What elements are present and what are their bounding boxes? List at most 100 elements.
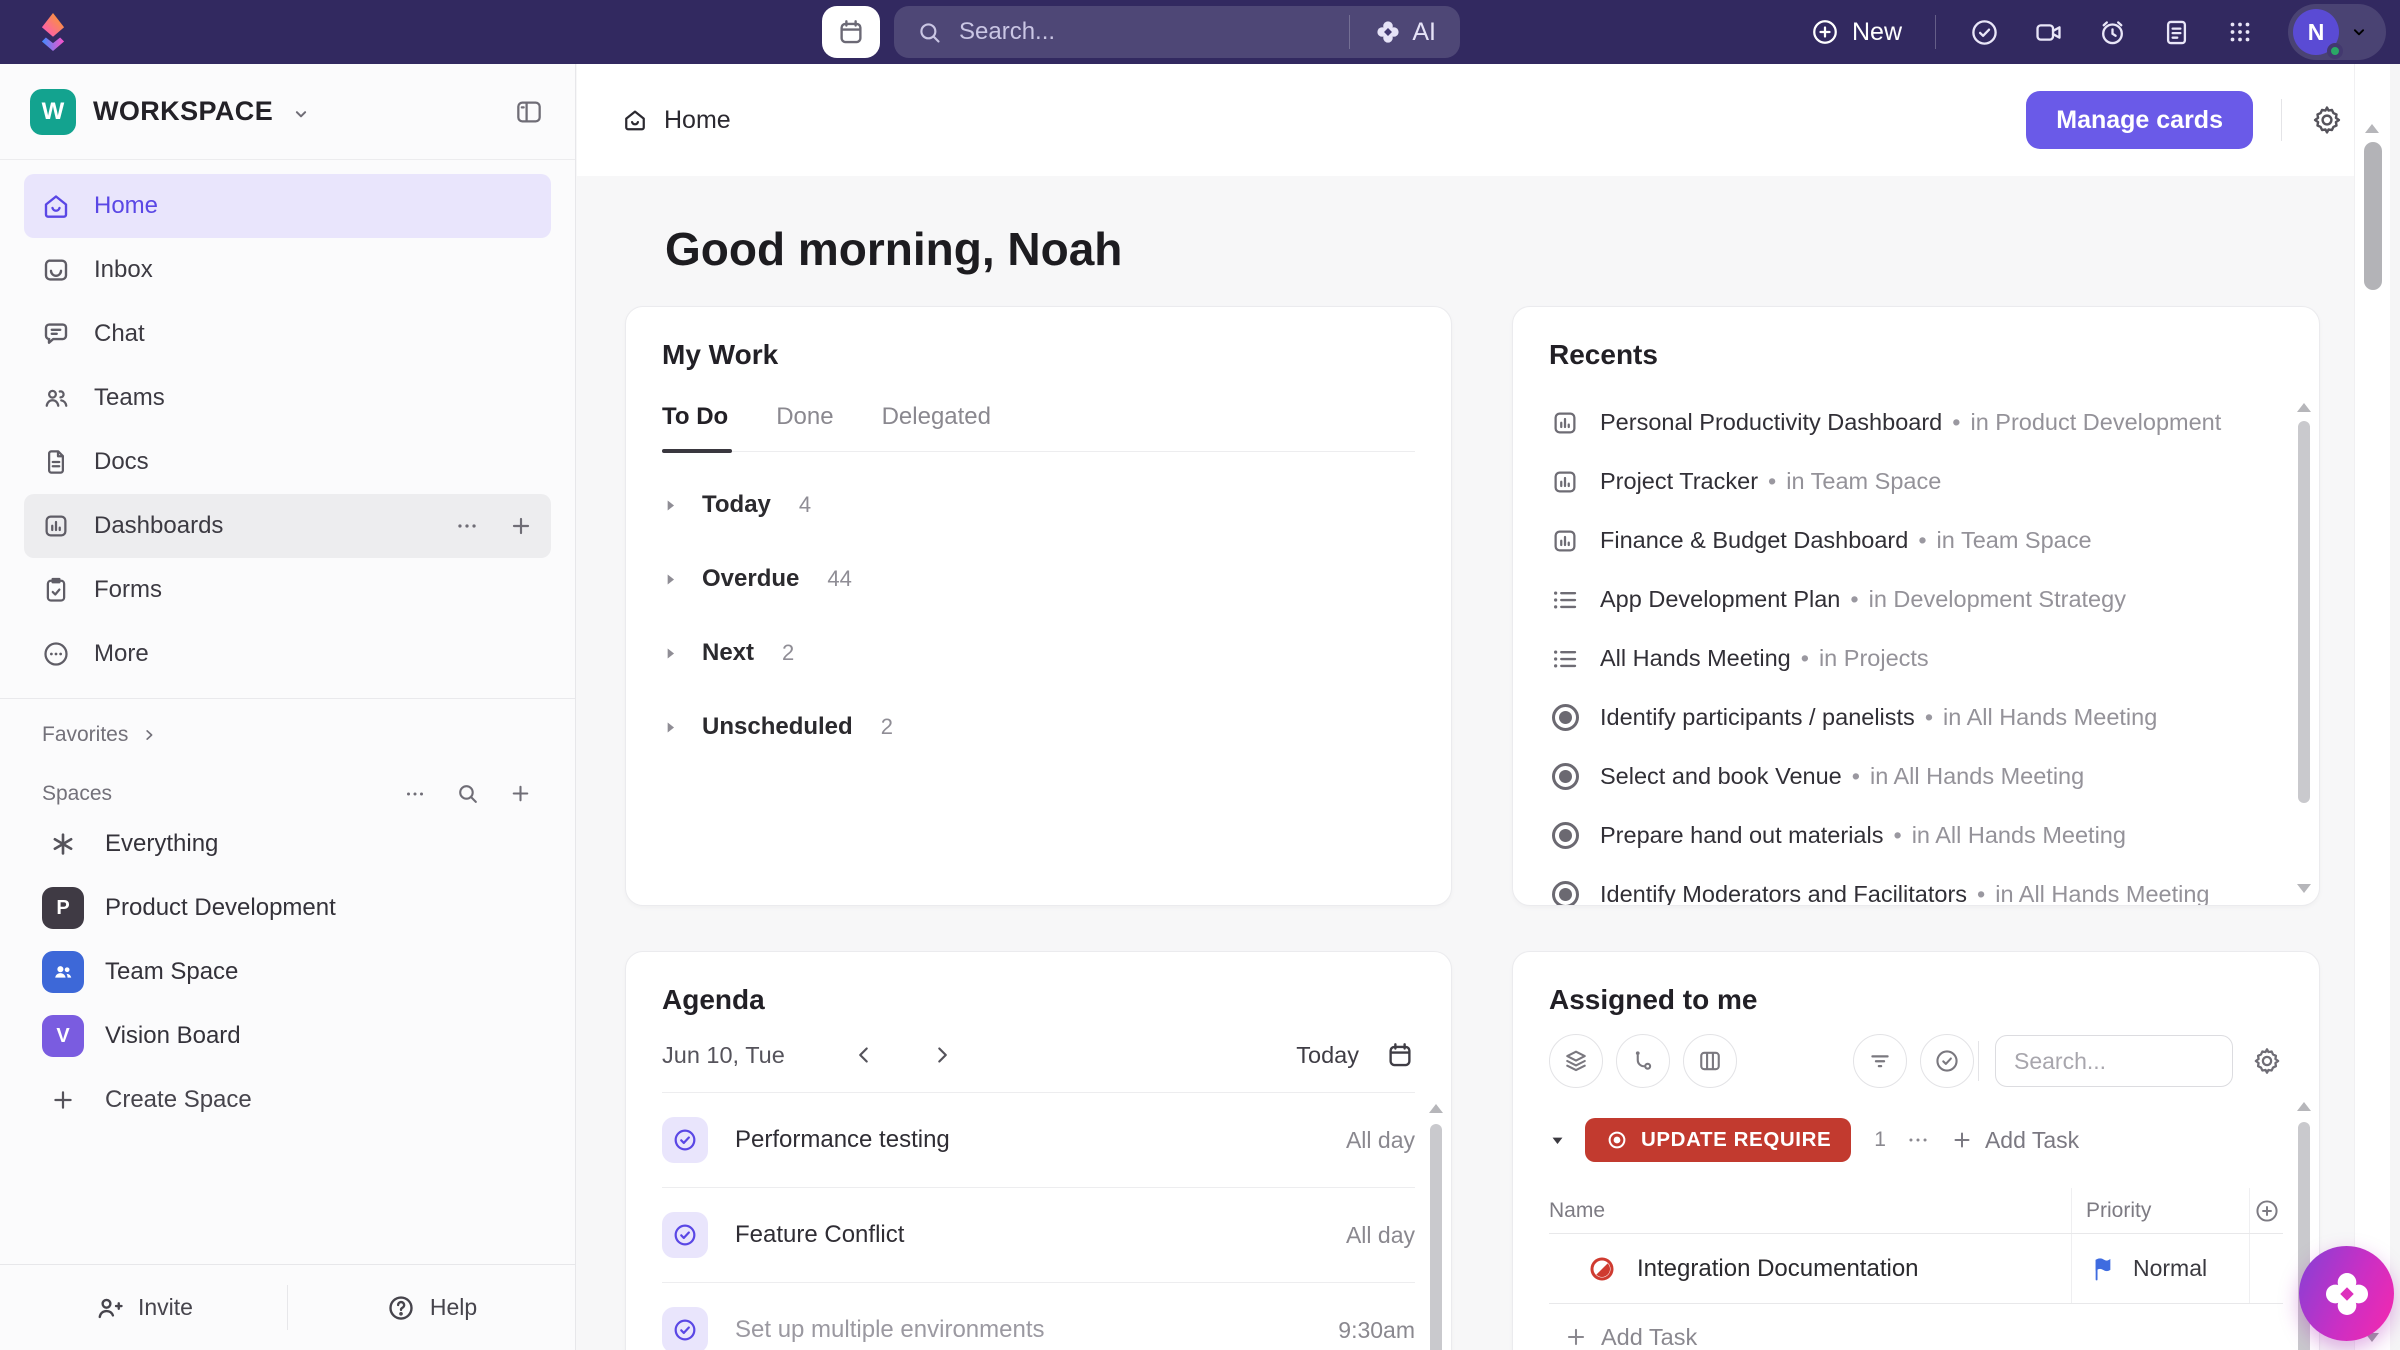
search-icon [916, 19, 943, 46]
priority-flag-icon[interactable] [2089, 1255, 2117, 1283]
create-space-button[interactable]: Create Space [0, 1068, 575, 1132]
sidebar-item-home[interactable]: Home [24, 174, 551, 238]
recent-item[interactable]: Select and book Venue • in All Hands Mee… [1549, 747, 2283, 806]
new-button[interactable]: New [1810, 17, 1902, 47]
recent-item[interactable]: Project Tracker • in Team Space [1549, 452, 2283, 511]
agenda-item[interactable]: Feature Conflict All day [662, 1188, 1415, 1283]
clip-record-button[interactable] [2033, 17, 2064, 48]
dashboard-icon [1549, 526, 1581, 556]
scrollbar-up-arrow[interactable] [2365, 124, 2379, 133]
favorites-section-toggle[interactable]: Favorites [0, 699, 575, 747]
table-row[interactable]: Integration Documentation Normal [1549, 1234, 2283, 1304]
workspace-switcher[interactable]: W WORKSPACE [0, 64, 575, 160]
recent-item[interactable]: Prepare hand out materials • in All Hand… [1549, 806, 2283, 865]
assigned-search-input[interactable] [1995, 1035, 2233, 1087]
recent-item[interactable]: Identify Moderators and Facilitators • i… [1549, 865, 2283, 906]
scrollbar-up-arrow[interactable] [2297, 1102, 2311, 1111]
task-status-icon [1549, 704, 1581, 731]
group-more-button[interactable] [1905, 1127, 1931, 1153]
spaces-search-button[interactable] [455, 781, 480, 806]
help-button[interactable]: Help [288, 1265, 575, 1350]
recent-item[interactable]: Personal Productivity Dashboard • in Pro… [1549, 393, 2283, 452]
video-icon [2033, 17, 2064, 48]
spaces-add-button[interactable] [508, 781, 533, 806]
sidebar-item-teams[interactable]: Teams [24, 366, 551, 430]
columns-button[interactable] [1683, 1034, 1737, 1088]
tab-delegated[interactable]: Delegated [882, 403, 991, 451]
sidebar-item-more[interactable]: More [24, 622, 551, 686]
global-search[interactable]: Search... AI [894, 6, 1460, 58]
calendar-icon [836, 17, 866, 47]
page-scrollbar[interactable] [2354, 64, 2390, 1350]
sidebar-item-product-development[interactable]: P Product Development [0, 876, 575, 940]
tab-done[interactable]: Done [776, 403, 833, 451]
subtasks-button[interactable] [1616, 1034, 1670, 1088]
clickup-logo[interactable] [34, 11, 72, 53]
recent-item[interactable]: All Hands Meeting • in Projects [1549, 629, 2283, 688]
my-work-group-overdue[interactable]: Overdue 44 [662, 542, 1415, 616]
group-by-button[interactable] [1549, 1034, 1603, 1088]
sidebar-item-vision-board[interactable]: V Vision Board [0, 1004, 575, 1068]
sidebar-item-chat[interactable]: Chat [24, 302, 551, 366]
sidebar-item-docs[interactable]: Docs [24, 430, 551, 494]
group-add-task-button[interactable]: Add Task [1950, 1127, 2079, 1154]
scrollbar-up-arrow[interactable] [1429, 1104, 1443, 1113]
tasks-check-button[interactable] [1969, 17, 2000, 48]
scrollbar-down-arrow[interactable] [2297, 884, 2311, 893]
sidebar-item-label: Teams [94, 384, 165, 412]
invite-button[interactable]: Invite [0, 1265, 287, 1350]
add-task-button[interactable]: Add Task [1549, 1304, 2283, 1350]
calendar-button[interactable] [822, 6, 880, 58]
task-status-icon[interactable] [1587, 1254, 1617, 1284]
agenda-calendar-button[interactable] [1385, 1040, 1415, 1070]
user-menu[interactable]: N [2288, 4, 2386, 60]
home-settings-button[interactable] [2310, 103, 2344, 137]
agenda-item[interactable]: Performance testing All day [662, 1093, 1415, 1188]
recent-item[interactable]: Finance & Budget Dashboard • in Team Spa… [1549, 511, 2283, 570]
ai-button[interactable]: AI [1350, 6, 1460, 58]
recent-item[interactable]: Identify participants / panelists • in A… [1549, 688, 2283, 747]
agenda-prev-button[interactable] [851, 1042, 877, 1068]
agenda-today-button[interactable]: Today [1296, 1042, 1359, 1069]
greeting: Good morning, Noah [665, 222, 2400, 276]
manage-cards-button[interactable]: Manage cards [2026, 91, 2253, 149]
list-icon [1549, 585, 1581, 615]
apps-grid-button[interactable] [2225, 17, 2255, 47]
dashboards-add-button[interactable] [508, 513, 534, 539]
sidebar-item-team-space[interactable]: Team Space [0, 940, 575, 1004]
status-badge[interactable]: UPDATE REQUIRE [1585, 1118, 1851, 1162]
breadcrumb[interactable]: Home [621, 106, 731, 135]
collapse-sidebar-button[interactable] [513, 96, 545, 128]
task-name: Integration Documentation [1637, 1255, 1919, 1283]
timer-button[interactable] [2097, 17, 2128, 48]
plus-icon [42, 1086, 84, 1114]
teams-icon [41, 383, 71, 413]
scrollbar-thumb[interactable] [2364, 142, 2382, 290]
notepad-button[interactable] [2161, 17, 2192, 48]
my-work-group-unscheduled[interactable]: Unscheduled 2 [662, 690, 1415, 764]
task-check-icon[interactable] [662, 1307, 708, 1350]
assigned-settings-button[interactable] [2251, 1045, 2283, 1077]
recent-item[interactable]: App Development Plan • in Development St… [1549, 570, 2283, 629]
sidebar-item-everything[interactable]: Everything [0, 812, 575, 876]
ai-fab-button[interactable] [2299, 1246, 2394, 1341]
dashboards-more-button[interactable] [454, 513, 480, 539]
tab-to-do[interactable]: To Do [662, 403, 728, 451]
caret-down-icon[interactable] [1549, 1132, 1566, 1149]
show-closed-button[interactable] [1920, 1034, 1974, 1088]
sidebar-item-forms[interactable]: Forms [24, 558, 551, 622]
spaces-more-button[interactable] [403, 782, 427, 806]
agenda-item[interactable]: Set up multiple environments 9:30am [662, 1283, 1415, 1350]
agenda-next-button[interactable] [929, 1042, 955, 1068]
add-column-button[interactable] [2253, 1197, 2281, 1225]
filter-button[interactable] [1853, 1034, 1907, 1088]
scrollbar-up-arrow[interactable] [2297, 403, 2311, 412]
sidebar-item-inbox[interactable]: Inbox [24, 238, 551, 302]
task-check-icon[interactable] [662, 1212, 708, 1258]
my-work-group-today[interactable]: Today 4 [662, 468, 1415, 542]
scrollbar-thumb[interactable] [2298, 421, 2310, 803]
task-check-icon[interactable] [662, 1117, 708, 1163]
my-work-group-next[interactable]: Next 2 [662, 616, 1415, 690]
sidebar-item-dashboards[interactable]: Dashboards [24, 494, 551, 558]
scrollbar-thumb[interactable] [1430, 1124, 1442, 1350]
